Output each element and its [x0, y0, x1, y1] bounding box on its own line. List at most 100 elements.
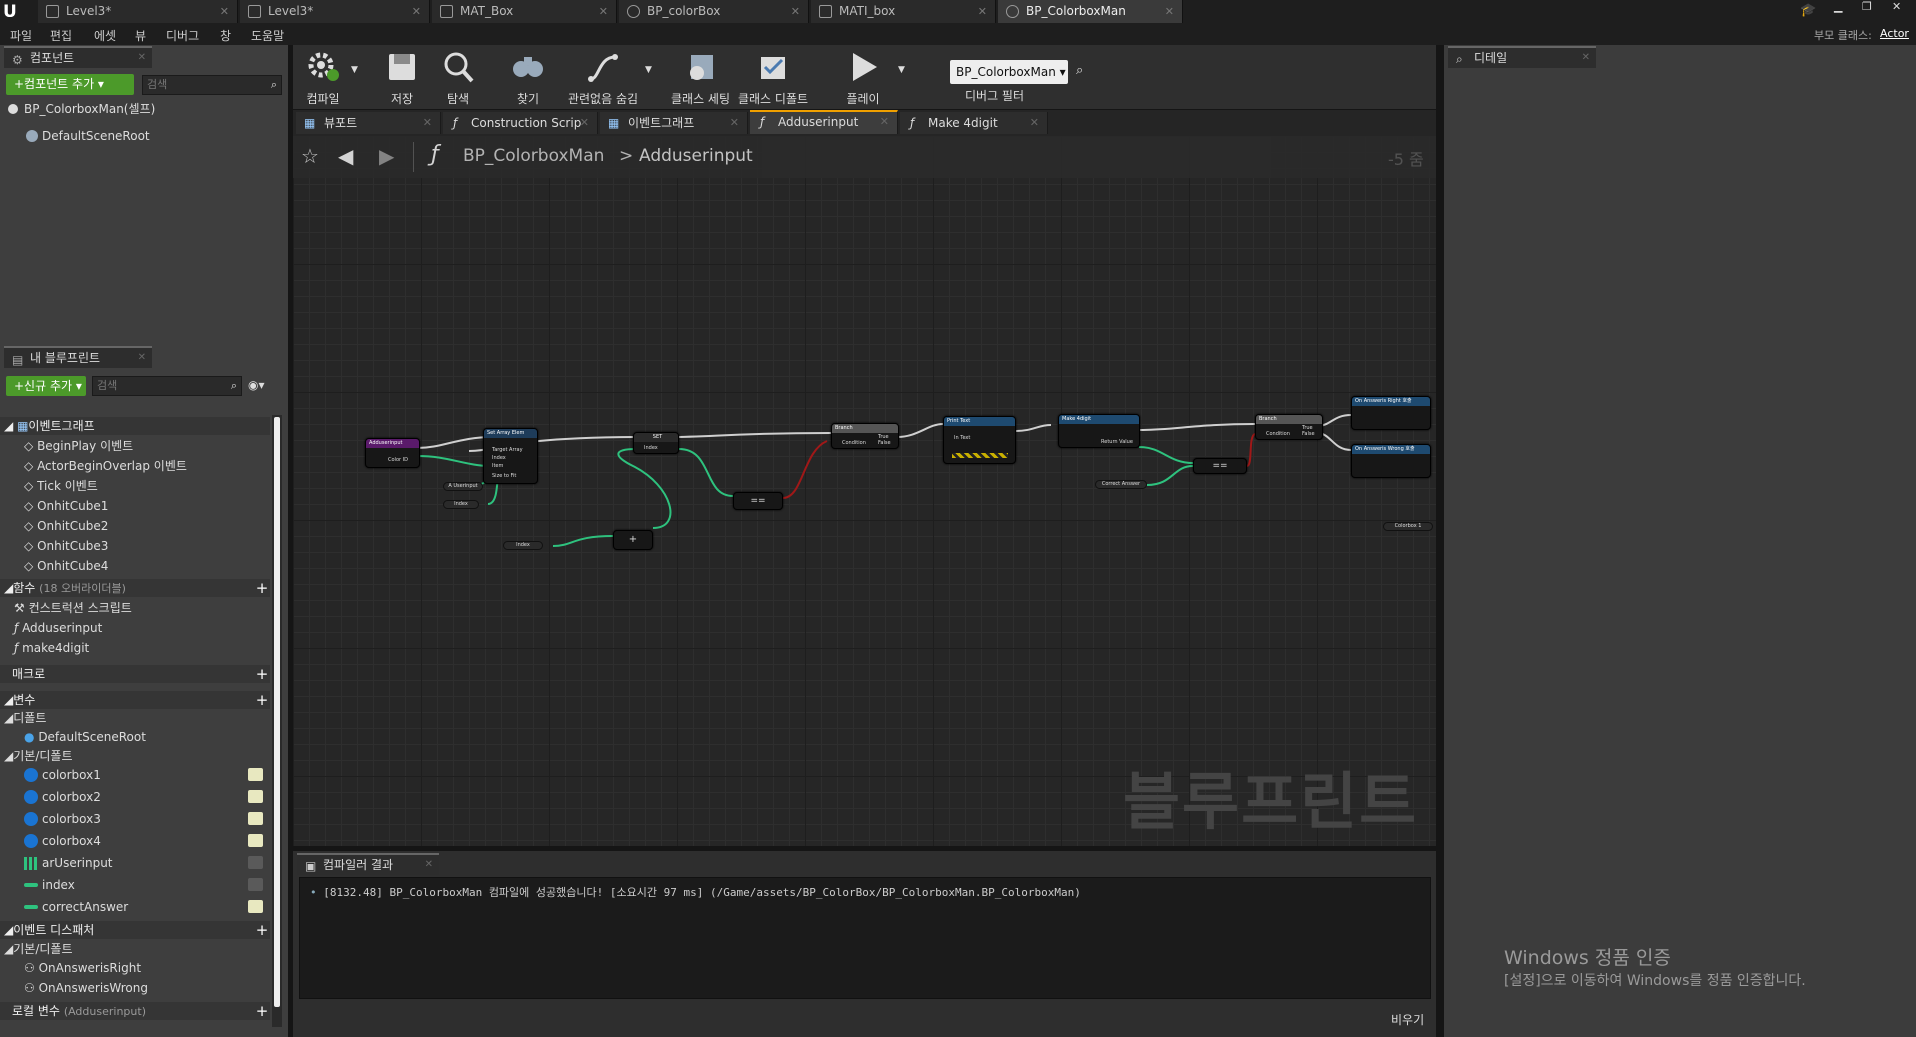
variable-item[interactable]: colorbox1	[24, 766, 270, 784]
get-index-node[interactable]: Index	[443, 500, 479, 509]
macros-header[interactable]: 매크로 +	[0, 665, 270, 683]
doc-tab-adduserinput[interactable]: ƒ Adduserinput ✕	[750, 110, 898, 134]
menu-view[interactable]: 뷰	[135, 27, 146, 44]
print-text-node[interactable]: Print Text In Text	[943, 416, 1016, 464]
close-icon[interactable]: ✕	[1030, 112, 1039, 134]
eye-closed-icon[interactable]	[248, 856, 263, 869]
tab-level3-b[interactable]: Level3* ✕	[240, 0, 430, 23]
event-item[interactable]: ◇ OnhitCube1	[24, 497, 108, 515]
branch-node[interactable]: Branch Condition True False	[1255, 414, 1323, 440]
close-icon[interactable]: ✕	[580, 112, 589, 134]
close-icon[interactable]: ✕	[220, 0, 229, 23]
branch-node[interactable]: Branch Condition True False	[831, 423, 899, 449]
close-icon[interactable]: ✕	[1582, 48, 1590, 68]
menu-edit[interactable]: 편집	[50, 27, 72, 44]
eye-closed-icon[interactable]	[248, 878, 263, 891]
details-tab[interactable]: ⌕ 디테일 ✕	[1448, 46, 1596, 68]
functions-header[interactable]: ◢함수 (18 오버라이더블) +	[0, 579, 270, 597]
close-icon[interactable]: ✕	[138, 348, 146, 368]
variable-item[interactable]: colorbox3	[24, 810, 270, 828]
minimize-icon[interactable]: ▁	[1834, 0, 1842, 13]
component-self[interactable]: BP_ColorboxMan(셀프)	[8, 100, 155, 118]
event-item[interactable]: ◇ OnhitCube2	[24, 517, 108, 535]
variable-item[interactable]: arUserinput	[24, 854, 270, 872]
add-new-button[interactable]: +신규 추가 ▾	[6, 376, 86, 396]
menu-file[interactable]: 파일	[10, 27, 32, 44]
chevron-down-icon[interactable]: ▼	[351, 65, 358, 75]
tab-mat-box[interactable]: MAT_Box ✕	[432, 0, 617, 23]
view-options-eye-icon[interactable]: ◉▾	[248, 378, 265, 392]
hide-unrelated-button[interactable]: 관련없음 숨김 ▼	[563, 45, 652, 109]
debug-object-select[interactable]: BP_ColorboxMan ▾	[950, 60, 1068, 84]
add-component-button[interactable]: +컴포넌트 추가 ▾	[6, 74, 134, 95]
close-icon[interactable]: ✕	[138, 48, 146, 68]
add-macro-icon[interactable]: +	[254, 666, 270, 682]
variable-group-basic[interactable]: ◢기본/디폴트	[4, 747, 72, 765]
dispatcher-item[interactable]: ⚇ OnAnswerisWrong	[24, 979, 148, 997]
make4digit-node[interactable]: Make 4digit Return Value	[1058, 414, 1140, 448]
event-item[interactable]: ◇ OnhitCube4	[24, 557, 108, 575]
compiler-results-tab[interactable]: ▣ 컴파일러 결과 ✕	[297, 853, 439, 875]
close-icon[interactable]: ✕	[791, 0, 800, 23]
doc-tab-construction-script[interactable]: ƒ Construction Scrip ✕	[443, 112, 598, 134]
function-item[interactable]: ƒ make4digit	[14, 639, 89, 657]
variable-group-default[interactable]: ◢디폴트	[4, 709, 46, 727]
event-item[interactable]: ◇ OnhitCube3	[24, 537, 108, 555]
close-window-icon[interactable]: ✕	[1892, 0, 1901, 13]
equal-node[interactable]: ==	[1193, 458, 1247, 474]
my-blueprint-search-input[interactable]: 검색 ⌕	[92, 376, 242, 396]
tab-level3-a[interactable]: Level3* ✕	[38, 0, 238, 23]
doc-tab-make4digit[interactable]: ƒ Make 4digit ✕	[900, 112, 1048, 134]
add-local-variable-icon[interactable]: +	[254, 1003, 270, 1019]
call-on-answer-right-node[interactable]: On Answeris Right 호출	[1351, 396, 1431, 430]
maximize-icon[interactable]: ❐	[1862, 0, 1872, 13]
close-icon[interactable]: ✕	[425, 855, 433, 875]
set-index-node[interactable]: SET Index	[633, 432, 679, 454]
add-variable-icon[interactable]: +	[254, 692, 270, 708]
function-item[interactable]: ⚒ 컨스트럭션 스크립트	[14, 599, 132, 617]
save-button[interactable]: 저장	[378, 45, 426, 109]
eye-icon[interactable]	[248, 900, 263, 913]
class-settings-button[interactable]: 클래스 세팅	[668, 45, 733, 109]
blueprint-graph[interactable]: Adduserinput Color ID Set Array Elem Targ…	[293, 136, 1436, 846]
event-item[interactable]: ◇ ActorBeginOverlap 이벤트	[24, 457, 187, 475]
clear-button[interactable]: 비우기	[1391, 1011, 1424, 1028]
tab-bp-colorboxman[interactable]: BP_ColorboxMan ✕	[998, 0, 1183, 23]
component-default-scene-root[interactable]: DefaultSceneRoot	[26, 127, 150, 145]
menu-asset[interactable]: 에셋	[94, 27, 116, 44]
add-function-icon[interactable]: +	[254, 580, 270, 596]
get-userinput-node[interactable]: A Userinput	[443, 482, 483, 491]
function-entry-node[interactable]: Adduserinput Color ID	[365, 438, 420, 468]
close-icon[interactable]: ✕	[423, 112, 432, 134]
find-button[interactable]: 찾기	[503, 45, 553, 109]
menu-window[interactable]: 창	[220, 27, 231, 44]
parent-class-link[interactable]: Actor	[1880, 27, 1909, 40]
close-icon[interactable]: ✕	[730, 112, 739, 134]
get-correct-answer-node[interactable]: Correct Answer	[1095, 480, 1147, 489]
breadcrumb-current[interactable]: Adduserinput	[639, 146, 753, 166]
search-icon[interactable]: ⌕	[1076, 63, 1083, 78]
compile-button[interactable]: 컴파일 ▼	[293, 45, 358, 109]
variable-item[interactable]: colorbox2	[24, 788, 270, 806]
get-colorbox1-node[interactable]: Colorbox 1	[1383, 522, 1433, 531]
eye-icon[interactable]	[248, 812, 263, 825]
variable-item[interactable]: index	[24, 876, 270, 894]
back-arrow-icon[interactable]: ◀	[338, 144, 353, 168]
variables-header[interactable]: ◢변수 +	[0, 691, 270, 709]
function-item[interactable]: ƒ Adduserinput	[14, 619, 102, 637]
components-search-input[interactable]: 검색 ⌕	[142, 75, 282, 95]
dispatcher-item[interactable]: ⚇ OnAnswerisRight	[24, 959, 141, 977]
dispatcher-group[interactable]: ◢기본/디폴트	[4, 940, 72, 958]
browse-button[interactable]: 탐색	[433, 45, 483, 109]
variable-item[interactable]: ● DefaultSceneRoot	[24, 728, 146, 746]
event-dispatchers-header[interactable]: ◢이벤트 디스패처 +	[0, 921, 270, 939]
variable-item[interactable]: correctAnswer	[24, 898, 270, 916]
eye-icon[interactable]	[248, 834, 263, 847]
add-dispatcher-icon[interactable]: +	[254, 922, 270, 938]
close-icon[interactable]: ✕	[412, 0, 421, 23]
close-icon[interactable]: ✕	[880, 112, 889, 132]
eye-icon[interactable]	[248, 768, 263, 781]
event-graph-header[interactable]: ◢ ▦이벤트그래프	[0, 417, 270, 435]
call-on-answer-wrong-node[interactable]: On Answeris Wrong 호출	[1351, 444, 1431, 478]
tab-bp-colorbox[interactable]: BP_colorBox ✕	[619, 0, 809, 23]
